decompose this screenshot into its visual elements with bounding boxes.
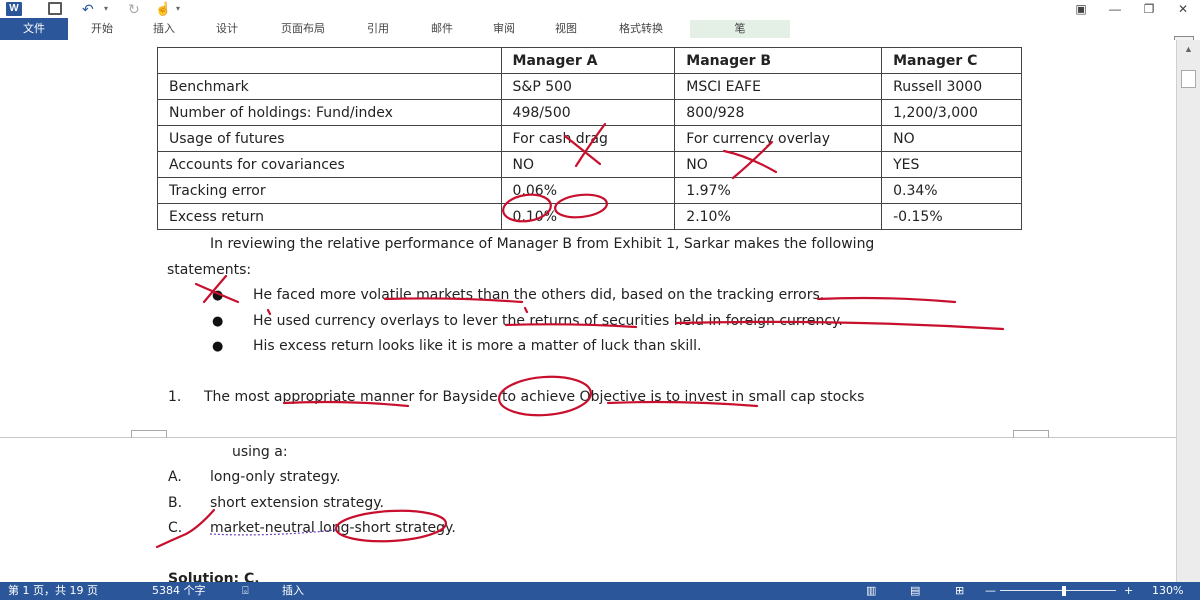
statement-item: His excess return looks like it is more … bbox=[253, 338, 702, 354]
table-cell: S&P 500 bbox=[500, 73, 676, 100]
table-cell: Accounts for covariances bbox=[157, 151, 502, 178]
table-row: Number of holdings: Fund/index 498/500 8… bbox=[157, 99, 1022, 126]
vertical-scrollbar[interactable]: ▲ bbox=[1176, 40, 1200, 582]
table-header-cell: Manager A bbox=[500, 47, 676, 74]
option-text: short extension strategy. bbox=[210, 495, 384, 511]
table-cell: 800/928 bbox=[674, 99, 883, 126]
scroll-thumb[interactable] bbox=[1181, 70, 1196, 88]
table-header-row: Manager A Manager B Manager C bbox=[157, 47, 1022, 74]
redo-icon[interactable]: ↻ bbox=[128, 2, 140, 16]
table-row: Accounts for covariances NO NO YES bbox=[157, 151, 1022, 178]
tab-mailings[interactable]: 邮件 bbox=[420, 20, 464, 38]
table-cell: -0.15% bbox=[881, 203, 1022, 230]
close-icon[interactable]: ✕ bbox=[1166, 0, 1200, 18]
zoom-slider-thumb[interactable] bbox=[1061, 586, 1066, 596]
option-text: market-neutral long-short strategy. bbox=[210, 520, 456, 536]
zoom-in-icon[interactable]: + bbox=[1124, 582, 1133, 600]
minimize-icon[interactable]: — bbox=[1098, 0, 1132, 18]
table-cell: 1.97% bbox=[674, 177, 883, 204]
save-icon[interactable] bbox=[48, 2, 62, 15]
bullet-icon: ● bbox=[212, 339, 224, 354]
tab-home[interactable]: 开始 bbox=[80, 20, 124, 38]
read-mode-icon[interactable]: ▥ bbox=[866, 582, 876, 600]
question-text: The most appropriate manner for Bayside … bbox=[204, 389, 865, 405]
table-cell: 0.06% bbox=[500, 177, 676, 204]
page-count[interactable]: 第 1 页，共 19 页 bbox=[8, 582, 98, 600]
tab-review[interactable]: 审阅 bbox=[482, 20, 526, 38]
question-text-continued: using a: bbox=[232, 444, 288, 460]
zoom-slider[interactable] bbox=[1000, 590, 1116, 591]
table-cell: Number of holdings: Fund/index bbox=[157, 99, 502, 126]
insert-mode[interactable]: 插入 bbox=[282, 582, 304, 600]
table-cell: NO bbox=[500, 151, 676, 178]
intro-paragraph: In reviewing the relative performance of… bbox=[210, 236, 875, 252]
bullet-icon: ● bbox=[212, 314, 224, 329]
table-cell: Benchmark bbox=[157, 73, 502, 100]
undo-icon[interactable]: ↶ bbox=[82, 2, 94, 16]
help-icon[interactable]: ▣ bbox=[1064, 0, 1098, 18]
status-bar: 第 1 页，共 19 页 5384 个字 ⌺ 插入 ▥ ▤ ⊞ — + 130% bbox=[0, 582, 1200, 600]
tab-insert[interactable]: 插入 bbox=[142, 20, 186, 38]
statement-item: He faced more volatile markets than the … bbox=[253, 287, 825, 303]
table-cell: For cash drag bbox=[500, 125, 676, 152]
table-cell: NO bbox=[674, 151, 883, 178]
tab-file[interactable]: 文件 bbox=[0, 18, 68, 40]
table-row: Usage of futures For cash drag For curre… bbox=[157, 125, 1022, 152]
table-cell: 0.10% bbox=[500, 203, 676, 230]
exhibit-table: Manager A Manager B Manager C Benchmark … bbox=[157, 47, 1022, 230]
page-break bbox=[0, 437, 1176, 438]
option-text: long-only strategy. bbox=[210, 469, 341, 485]
tab-page-layout[interactable]: 页面布局 bbox=[268, 20, 338, 38]
touch-mode-icon[interactable]: ☝ bbox=[155, 2, 171, 16]
undo-dropdown-icon[interactable]: ▾ bbox=[104, 2, 108, 16]
table-cell: Usage of futures bbox=[157, 125, 502, 152]
title-bar: W ↶ ▾ ↻ ☝ ▾ ▣ — ❐ ✕ bbox=[0, 0, 1200, 18]
table-row: Benchmark S&P 500 MSCI EAFE Russell 3000 bbox=[157, 73, 1022, 100]
web-layout-icon[interactable]: ⊞ bbox=[955, 582, 964, 600]
statement-item: He used currency overlays to lever the r… bbox=[253, 313, 843, 329]
table-cell: 0.34% bbox=[881, 177, 1022, 204]
table-cell: YES bbox=[881, 151, 1022, 178]
option-letter: C. bbox=[168, 520, 183, 536]
zoom-level[interactable]: 130% bbox=[1152, 582, 1183, 600]
table-header-cell: Manager C bbox=[881, 47, 1022, 74]
table-header-cell: Manager B bbox=[674, 47, 883, 74]
table-cell: 2.10% bbox=[674, 203, 883, 230]
tab-format-convert[interactable]: 格式转换 bbox=[606, 20, 676, 38]
document-area[interactable]: Manager A Manager B Manager C Benchmark … bbox=[0, 40, 1176, 582]
table-row: Excess return 0.10% 2.10% -0.15% bbox=[157, 203, 1022, 230]
table-cell: 498/500 bbox=[500, 99, 676, 126]
table-cell: MSCI EAFE bbox=[674, 73, 883, 100]
table-row: Tracking error 0.06% 1.97% 0.34% bbox=[157, 177, 1022, 204]
ribbon-tabs: 文件 开始 插入 设计 页面布局 引用 邮件 审阅 视图 格式转换 笔 登录 bbox=[0, 18, 1200, 56]
scroll-up-icon[interactable]: ▲ bbox=[1181, 44, 1196, 58]
table-cell: Tracking error bbox=[157, 177, 502, 204]
word-icon[interactable]: W bbox=[6, 2, 22, 16]
tab-design[interactable]: 设计 bbox=[205, 20, 249, 38]
tab-view[interactable]: 视图 bbox=[544, 20, 588, 38]
table-cell: For currency overlay bbox=[674, 125, 883, 152]
print-layout-icon[interactable]: ▤ bbox=[910, 582, 920, 600]
restore-icon[interactable]: ❐ bbox=[1132, 0, 1166, 18]
table-cell: Russell 3000 bbox=[881, 73, 1022, 100]
margin-marker bbox=[131, 430, 167, 438]
question-number: 1. bbox=[168, 389, 182, 405]
table-header-cell bbox=[157, 47, 502, 74]
proofing-icon[interactable]: ⌺ bbox=[242, 582, 249, 600]
solution-text: Solution: C. bbox=[168, 571, 260, 582]
option-letter: A. bbox=[168, 469, 182, 485]
word-count[interactable]: 5384 个字 bbox=[152, 582, 206, 600]
zoom-out-icon[interactable]: — bbox=[985, 582, 996, 600]
bullet-icon: ● bbox=[212, 288, 224, 303]
margin-marker bbox=[1013, 430, 1049, 438]
tab-pen[interactable]: 笔 bbox=[690, 20, 790, 38]
tab-references[interactable]: 引用 bbox=[356, 20, 400, 38]
customize-qat-icon[interactable]: ▾ bbox=[176, 2, 180, 16]
table-cell: Excess return bbox=[157, 203, 502, 230]
intro-paragraph-continued: statements: bbox=[167, 262, 252, 278]
table-cell: NO bbox=[881, 125, 1022, 152]
table-cell: 1,200/3,000 bbox=[881, 99, 1022, 126]
option-letter: B. bbox=[168, 495, 183, 511]
